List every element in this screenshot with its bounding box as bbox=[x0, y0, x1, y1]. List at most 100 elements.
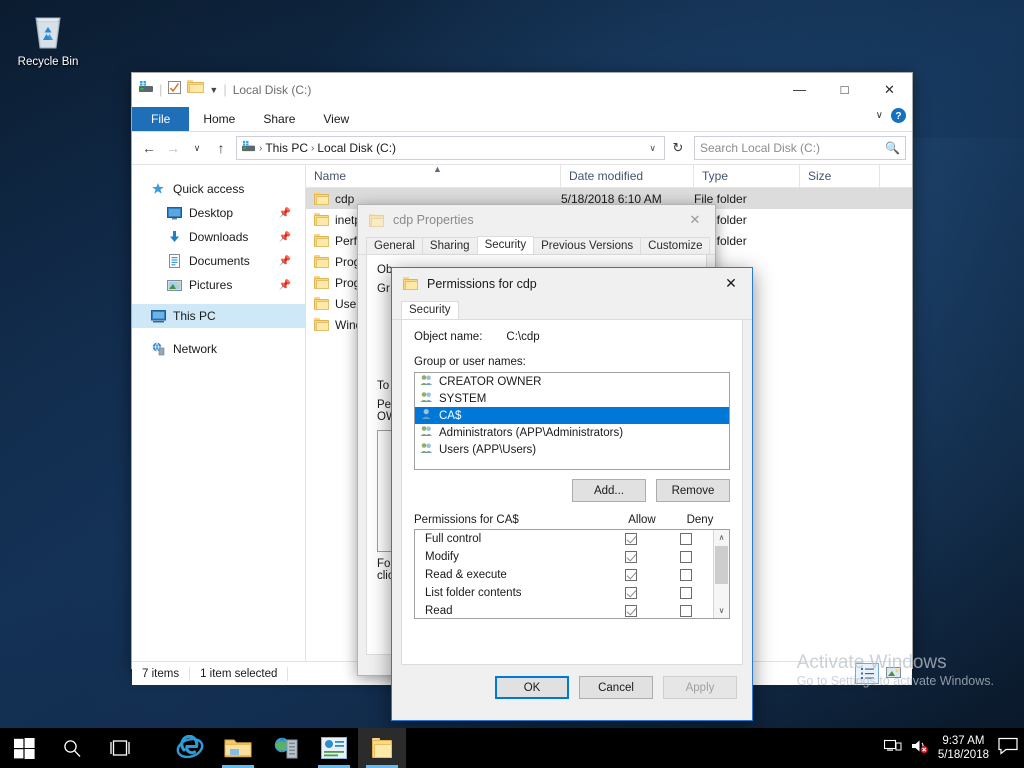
expand-ribbon-icon[interactable]: ∨ bbox=[876, 110, 883, 121]
tab-general[interactable]: General bbox=[366, 237, 423, 254]
deny-checkbox[interactable] bbox=[680, 569, 692, 581]
up-button[interactable]: ↑ bbox=[210, 136, 232, 160]
sidebar-item-network[interactable]: Network bbox=[132, 337, 305, 361]
breadcrumb-local-disk[interactable]: Local Disk (C:) bbox=[317, 141, 396, 155]
close-button[interactable]: ✕ bbox=[867, 73, 912, 106]
taskbar-internet-explorer[interactable] bbox=[166, 728, 214, 768]
column-header-size[interactable]: Size bbox=[800, 165, 880, 187]
ok-button[interactable]: OK bbox=[495, 676, 569, 699]
scroll-down-icon[interactable]: ∨ bbox=[719, 603, 725, 618]
quick-access-toolbar[interactable]: | ▼ | bbox=[138, 80, 227, 100]
volume-muted-icon[interactable] bbox=[911, 738, 929, 759]
cancel-button[interactable]: Cancel bbox=[579, 676, 653, 699]
deny-checkbox[interactable] bbox=[680, 551, 692, 563]
permission-row[interactable]: Modify bbox=[415, 548, 713, 566]
sidebar-item-pictures[interactable]: Pictures 📌 bbox=[132, 273, 305, 297]
search-icon[interactable]: 🔍 bbox=[885, 141, 900, 155]
allow-checkbox-cell[interactable] bbox=[603, 605, 659, 617]
allow-checkbox[interactable] bbox=[625, 533, 637, 545]
ribbon-tab-home[interactable]: Home bbox=[189, 108, 249, 131]
sidebar-item-quick-access[interactable]: Quick access bbox=[132, 177, 305, 201]
list-item[interactable]: Users (APP\Users) bbox=[415, 441, 729, 458]
permissions-scrollbar[interactable]: ∧ ∨ bbox=[713, 530, 729, 618]
column-header-type[interactable]: Type bbox=[694, 165, 800, 187]
permission-row[interactable]: Read bbox=[415, 602, 713, 619]
network-tray-icon[interactable] bbox=[884, 738, 902, 759]
list-item[interactable]: CREATOR OWNER bbox=[415, 373, 729, 390]
column-headers[interactable]: ▲ Name Date modified Type Size bbox=[306, 165, 912, 188]
qat-dropdown-icon[interactable]: ▼ bbox=[209, 85, 218, 95]
new-folder-icon[interactable] bbox=[187, 80, 204, 99]
allow-checkbox-cell[interactable] bbox=[603, 587, 659, 599]
system-tray[interactable]: 9:37 AM 5/18/2018 bbox=[884, 734, 1024, 762]
task-view-button[interactable] bbox=[96, 728, 144, 768]
recent-locations-button[interactable]: ∨ bbox=[186, 136, 208, 160]
add-button[interactable]: Add... bbox=[572, 479, 646, 502]
sidebar-item-documents[interactable]: Documents 📌 bbox=[132, 249, 305, 273]
minimize-button[interactable]: — bbox=[777, 73, 822, 106]
sidebar-item-this-pc[interactable]: This PC bbox=[132, 304, 305, 328]
deny-checkbox-cell[interactable] bbox=[659, 605, 713, 617]
allow-checkbox[interactable] bbox=[625, 605, 637, 617]
pin-icon[interactable]: 📌 bbox=[279, 256, 291, 267]
deny-checkbox[interactable] bbox=[680, 587, 692, 599]
allow-checkbox-cell[interactable] bbox=[603, 551, 659, 563]
properties-tab-strip[interactable]: General Sharing Security Previous Versio… bbox=[358, 235, 715, 255]
permissions-rows[interactable]: Full control Modify Read & execute List … bbox=[415, 530, 713, 618]
sidebar-item-downloads[interactable]: Downloads 📌 bbox=[132, 225, 305, 249]
permissions-title-bar[interactable]: Permissions for cdp ✕ bbox=[392, 268, 752, 299]
pin-icon[interactable]: 📌 bbox=[279, 280, 291, 291]
close-icon[interactable]: ✕ bbox=[710, 268, 752, 299]
address-dropdown-icon[interactable]: ∨ bbox=[645, 143, 660, 154]
permission-row[interactable]: Read & execute bbox=[415, 566, 713, 584]
ribbon-right-controls[interactable]: ∨ ? bbox=[876, 108, 906, 123]
dialog-footer-buttons[interactable]: OK Cancel Apply bbox=[392, 665, 752, 699]
breadcrumb-this-pc[interactable]: This PC bbox=[265, 141, 308, 155]
deny-checkbox-cell[interactable] bbox=[659, 533, 713, 545]
ribbon-tab-share[interactable]: Share bbox=[249, 108, 309, 131]
navigation-bar[interactable]: ← → ∨ ↑ › This PC › Local Disk (C:) ∨ ↻ … bbox=[132, 132, 912, 164]
taskbar-properties-window[interactable] bbox=[358, 728, 406, 768]
permission-row[interactable]: List folder contents bbox=[415, 584, 713, 602]
tab-security[interactable]: Security bbox=[477, 236, 535, 254]
properties-icon[interactable] bbox=[167, 80, 182, 100]
scrollbar-thumb[interactable] bbox=[715, 546, 728, 584]
close-icon[interactable]: ✕ bbox=[675, 205, 715, 235]
clock[interactable]: 9:37 AM 5/18/2018 bbox=[938, 734, 989, 762]
sidebar-item-desktop[interactable]: Desktop 📌 bbox=[132, 201, 305, 225]
deny-checkbox-cell[interactable] bbox=[659, 587, 713, 599]
deny-checkbox-cell[interactable] bbox=[659, 551, 713, 563]
remove-button[interactable]: Remove bbox=[656, 479, 730, 502]
allow-checkbox[interactable] bbox=[625, 569, 637, 581]
ribbon-tab-strip[interactable]: File Home Share View ∨ ? bbox=[132, 106, 912, 132]
add-remove-button-row[interactable]: Add... Remove bbox=[414, 479, 730, 502]
taskbar-file-explorer[interactable] bbox=[214, 728, 262, 768]
allow-checkbox[interactable] bbox=[625, 551, 637, 563]
forward-button[interactable]: → bbox=[162, 136, 184, 160]
allow-checkbox[interactable] bbox=[625, 587, 637, 599]
tab-sharing[interactable]: Sharing bbox=[422, 237, 478, 254]
ribbon-tab-view[interactable]: View bbox=[309, 108, 363, 131]
apply-button[interactable]: Apply bbox=[663, 676, 737, 699]
deny-checkbox[interactable] bbox=[680, 605, 692, 617]
navigation-pane[interactable]: Quick access Desktop 📌 Downloads 📌 bbox=[132, 165, 305, 661]
back-button[interactable]: ← bbox=[138, 136, 160, 160]
group-or-user-names-list[interactable]: CREATOR OWNER SYSTEM CA$ Administrators … bbox=[414, 372, 730, 470]
help-icon[interactable]: ? bbox=[891, 108, 906, 123]
pin-icon[interactable]: 📌 bbox=[279, 232, 291, 243]
ribbon-tab-file[interactable]: File bbox=[132, 107, 189, 131]
tab-previous-versions[interactable]: Previous Versions bbox=[533, 237, 641, 254]
list-item[interactable]: Administrators (APP\Administrators) bbox=[415, 424, 729, 441]
column-header-date-modified[interactable]: Date modified bbox=[561, 165, 694, 187]
deny-checkbox[interactable] bbox=[680, 533, 692, 545]
list-item[interactable]: SYSTEM bbox=[415, 390, 729, 407]
action-center-icon[interactable] bbox=[998, 737, 1018, 760]
permissions-tab-strip[interactable]: Security bbox=[392, 299, 752, 320]
deny-checkbox-cell[interactable] bbox=[659, 569, 713, 581]
refresh-button[interactable]: ↻ bbox=[667, 136, 689, 160]
permissions-dialog[interactable]: Permissions for cdp ✕ Security Object na… bbox=[391, 267, 753, 721]
maximize-button[interactable]: □ bbox=[822, 73, 867, 106]
taskbar-server-manager[interactable] bbox=[262, 728, 310, 768]
allow-checkbox-cell[interactable] bbox=[603, 533, 659, 545]
list-item-selected[interactable]: CA$ bbox=[415, 407, 729, 424]
